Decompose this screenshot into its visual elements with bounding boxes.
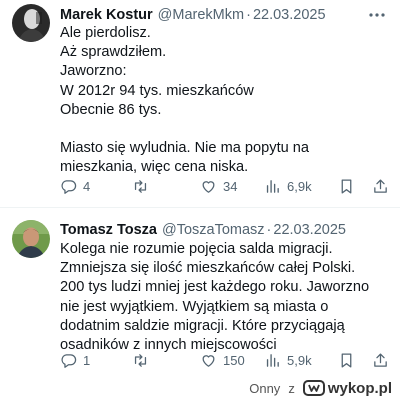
tweet-line: nie jest wyjątkiem. Wyjątkiem są miasta … [60,298,329,315]
tweet-1[interactable]: Marek Kostur @MarekMkm · 22.03.2025 Ale … [0,0,400,208]
retweet-icon [134,179,147,193]
action-bar: 1 150 5,9k [60,350,390,370]
share-icon [374,178,387,193]
watermark-user: Onny [249,380,281,396]
tweet-line: W 2012r 94 tys. mieszkańców [60,82,254,99]
tweet-text: Kolega nie rozumie pojęcia salda migracj… [60,240,392,355]
reply-count: 4 [83,178,91,194]
retweet-icon [134,353,147,367]
tweet-date[interactable]: 22.03.2025 [253,7,326,23]
retweet-button[interactable] [132,350,149,370]
views-button[interactable]: 6,9k [264,176,312,196]
tweet-2[interactable]: Tomasz Tosza @ToszaTomasz · 22.03.2025 K… [0,208,400,378]
views-icon [266,179,279,193]
reply-button[interactable]: 4 [60,176,90,196]
watermark-connector: z [288,380,295,396]
bookmark-icon [341,352,352,368]
avatar[interactable] [12,220,50,258]
tweet-line: 200 tys ludzi mniej jest każdego roku. J… [60,279,370,296]
more-icon[interactable] [368,5,386,25]
share-button[interactable] [372,350,389,370]
tweet-line: Miasto się wyludnia. Nie ma popytu na [60,140,310,157]
like-icon [202,180,215,193]
tweet-line: Obecnie 86 tys. [60,101,162,118]
tweet-line: Ale pierdolisz. [60,25,151,41]
reply-icon [61,179,77,194]
author-handle[interactable]: @MarekMkm [158,7,244,23]
reply-icon [61,353,77,368]
bookmark-button[interactable] [338,350,355,370]
tweet-text: Ale pierdolisz. Aż sprawdziłem. Jaworzno… [60,24,392,178]
share-button[interactable] [372,176,389,196]
tweet-line: dodatnim saldzie migracji. Które przycią… [60,317,345,334]
tweet-line [60,120,392,139]
views-button[interactable]: 5,9k [264,350,312,370]
separator: · [246,7,251,23]
author-name[interactable]: Marek Kostur [60,7,153,23]
tweet-header: Marek Kostur @MarekMkm · 22.03.2025 [60,5,390,25]
like-count: 150 [223,352,245,368]
author-name[interactable]: Tomasz Tosza [60,222,157,238]
views-count: 5,9k [287,352,312,368]
tweet-date[interactable]: 22.03.2025 [273,222,346,238]
like-count: 34 [223,178,238,194]
tweet-header: Tomasz Tosza @ToszaTomasz · 22.03.2025 [60,220,390,240]
tweet-line: Jaworzno: [60,63,127,80]
retweet-button[interactable] [132,176,149,196]
bookmark-icon [341,178,352,194]
bookmark-button[interactable] [338,176,355,196]
tweet-line: Kolega nie rozumie pojęcia salda migracj… [60,241,333,257]
tweet-line: mieszkania, więc cena niska. [60,159,249,176]
tweet-line: Zmniejsza się ilość mieszkańców całej Po… [60,260,356,277]
reply-button[interactable]: 1 [60,350,90,370]
author-handle[interactable]: @ToszaTomasz [162,222,265,238]
tweet-line: Aż sprawdziłem. [60,44,167,61]
reply-count: 1 [83,352,91,368]
avatar[interactable] [12,4,50,42]
wykop-logo-icon [302,380,325,396]
like-button[interactable]: 150 [200,350,245,370]
separator: · [266,222,272,238]
watermark-brand: wykop.pl [327,379,392,397]
wykop-watermark: Onny z wykop.pl [249,378,392,398]
action-bar: 4 34 6,9k [60,176,390,196]
share-icon [374,352,387,367]
views-count: 6,9k [287,178,312,194]
wykop-logo: wykop.pl [302,379,392,397]
views-icon [266,353,279,367]
like-button[interactable]: 34 [200,176,237,196]
like-icon [202,354,215,367]
